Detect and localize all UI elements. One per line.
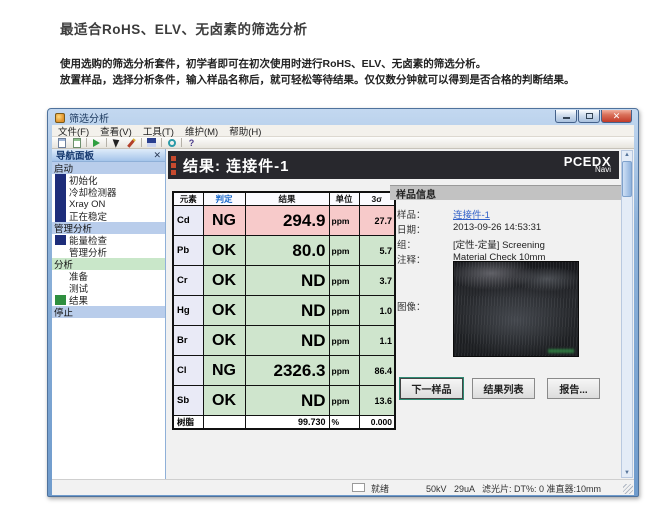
table-row-pb: Pb OK 80.0 ppm 5.7	[172, 235, 396, 266]
col-element: 元素	[172, 191, 204, 206]
sidebar-group-stop[interactable]: 停止	[52, 306, 165, 319]
report-button[interactable]: 报告...	[547, 378, 600, 399]
main-content: 结果: 连接件-1 PCEDX Navi 元素 判定 结果 单位 3σ Cd N…	[166, 149, 634, 479]
toolbar-separator	[161, 138, 162, 147]
edit-icon[interactable]	[126, 137, 137, 148]
status-params: 50kV 29uA 滤光片: DT%: 0 准直器:10mm	[426, 484, 602, 494]
panel-close-icon[interactable]: ✕	[153, 150, 161, 161]
sidebar-item-manage-analysis[interactable]: 管理分析	[52, 246, 165, 259]
save-icon[interactable]	[146, 137, 157, 148]
menu-item-help[interactable]: 帮助(H)	[229, 124, 261, 138]
toolbar-separator	[106, 138, 107, 147]
status-bar: 就绪 50kV 29uA 滤光片: DT%: 0 准直器:10mm	[52, 479, 634, 495]
field-date: 日期： 2013-09-26 14:53:31	[397, 222, 542, 236]
toolbar: ?	[52, 137, 634, 149]
next-sample-button[interactable]: 下一样品	[399, 377, 464, 400]
maximize-button[interactable]	[578, 110, 600, 123]
open-document-icon[interactable]	[71, 137, 82, 148]
maximize-icon	[585, 113, 593, 119]
resize-grip[interactable]	[623, 484, 633, 494]
new-document-icon[interactable]	[56, 137, 67, 148]
scroll-down-icon[interactable]: ▼	[624, 469, 630, 477]
sample-link[interactable]: 连接件-1	[453, 207, 490, 222]
page-title: 最适合RoHS、ELV、无卤素的筛选分析	[60, 22, 308, 37]
table-row-hg: Hg OK ND ppm 1.0	[172, 295, 396, 326]
intro-text: 使用选购的筛选分析套件，初学者即可在初次使用时进行RoHS、ELV、无卤素的筛选…	[60, 56, 575, 88]
menu-item-tools[interactable]: 工具(T)	[143, 124, 174, 138]
col-result: 结果	[244, 191, 330, 206]
sidebar-item-result[interactable]: 结果	[52, 294, 165, 307]
toolbar-separator	[181, 138, 182, 147]
field-group: 组： [定性-定量] Screening	[397, 240, 545, 251]
scrollbar-thumb[interactable]	[622, 161, 632, 197]
result-header: 结果: 连接件-1 PCEDX Navi	[168, 151, 619, 179]
result-title: 结果: 连接件-1	[183, 157, 290, 175]
sample-info-header: 样品信息	[390, 185, 621, 201]
window-titlebar[interactable]: 筛选分析 ✕	[52, 109, 634, 125]
table-row-cl: Cl NG 2326.3 ppm 86.4	[172, 355, 396, 386]
table-row-br: Br OK ND ppm 1.1	[172, 325, 396, 356]
energy-check-marker	[55, 235, 66, 245]
minimize-icon	[562, 117, 570, 119]
field-sample: 样品： 连接件-1	[397, 207, 621, 222]
scroll-up-icon[interactable]: ▲	[624, 151, 630, 159]
intro-line-2: 放置样品，选择分析条件，输入样品名称后，就可轻松等待结果。仅仅数分钟就可以得到是…	[60, 74, 575, 86]
vertical-scrollbar[interactable]: ▲ ▼	[621, 150, 633, 478]
menu-bar: 文件(F) 查看(V) 工具(T) 维护(M) 帮助(H)	[52, 124, 634, 138]
status-indicator	[352, 483, 365, 492]
brand-logo: PCEDX Navi	[564, 155, 611, 174]
navigation-panel: 导航面板 ✕ 启动 初始化 冷却检测器 Xray ON 正在稳定 管理分析 能量…	[52, 149, 166, 479]
table-row-cd: Cd NG 294.9 ppm 27.7	[172, 205, 396, 236]
table-row-sb: Sb OK ND ppm 13.6	[172, 385, 396, 416]
field-image-label: 图像：	[397, 302, 426, 313]
table-footer-row: 树脂 99.730 % 0.000	[172, 415, 396, 430]
sidebar-item-stabilizing[interactable]: 正在稳定	[52, 210, 165, 223]
minimize-button[interactable]	[555, 110, 577, 123]
mode-ring-icon[interactable]	[166, 137, 177, 148]
result-marker	[55, 295, 66, 305]
intro-line-1: 使用选购的筛选分析套件，初学者即可在初次使用时进行RoHS、ELV、无卤素的筛选…	[60, 58, 487, 70]
pointer-icon[interactable]	[111, 137, 122, 148]
start-measure-icon[interactable]	[91, 137, 102, 148]
results-table: 元素 判定 结果 单位 3σ Cd NG 294.9 ppm 27.7 Pb O…	[172, 191, 396, 430]
header-marker-icons	[171, 155, 176, 175]
app-window: 筛选分析 ✕ 文件(F) 查看(V) 工具(T) 维护(M) 帮助(H) ? 导…	[47, 108, 639, 497]
result-list-button[interactable]: 结果列表	[472, 378, 535, 399]
table-header-row: 元素 判定 结果 单位 3σ	[172, 191, 396, 206]
toolbar-separator	[141, 138, 142, 147]
col-judge: 判定	[202, 191, 246, 206]
table-row-cr: Cr OK ND ppm 3.7	[172, 265, 396, 296]
page: 最适合RoHS、ELV、无卤素的筛选分析 使用选购的筛选分析套件，初学者即可在初…	[0, 0, 646, 506]
window-controls: ✕	[555, 110, 632, 123]
menu-item-maintenance[interactable]: 维护(M)	[185, 124, 218, 138]
close-button[interactable]: ✕	[601, 110, 632, 123]
menu-item-view[interactable]: 查看(V)	[100, 124, 132, 138]
navigation-panel-title: 导航面板	[56, 151, 95, 162]
app-icon	[55, 112, 65, 123]
col-unit: 单位	[328, 191, 360, 206]
help-icon[interactable]: ?	[186, 137, 197, 148]
status-ready: 就绪	[371, 484, 390, 494]
toolbar-separator	[86, 138, 87, 147]
menu-item-file[interactable]: 文件(F)	[58, 124, 89, 138]
sidebar-item-cool-detector[interactable]: 冷却检测器	[52, 186, 165, 199]
sample-image	[453, 261, 579, 357]
